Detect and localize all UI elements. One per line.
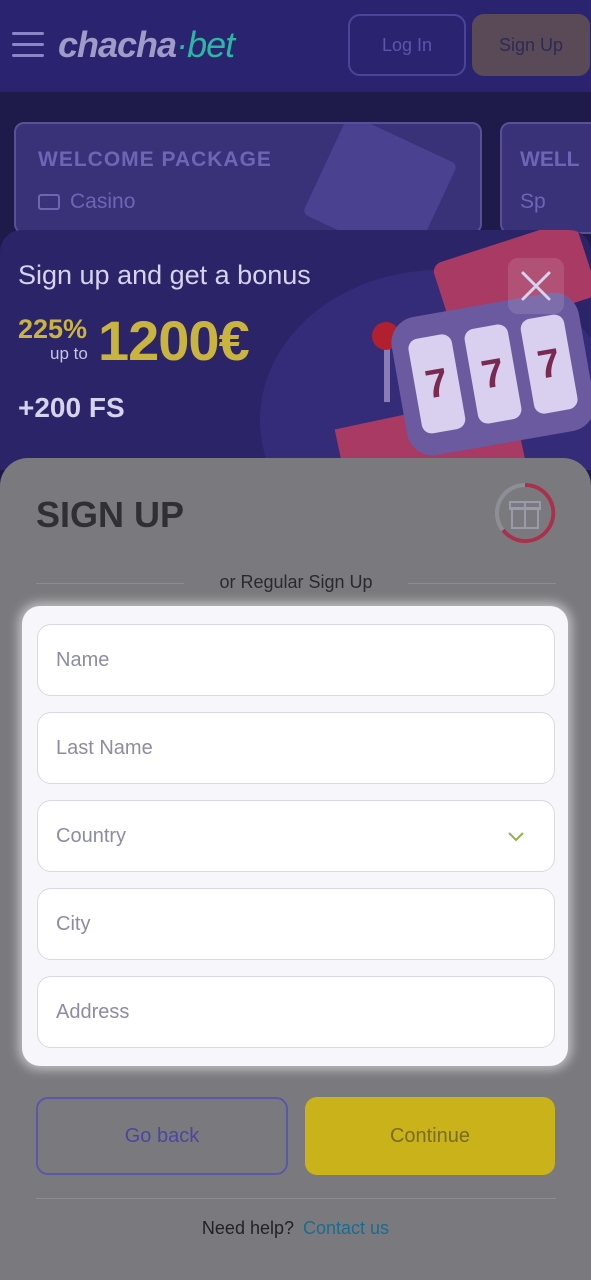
help-text: Need help? [201, 1218, 294, 1238]
country-placeholder: Country [56, 824, 127, 847]
bonus-amount: 1200€ [98, 309, 250, 372]
page-title: SIGN UP [36, 494, 185, 535]
regular-signup-divider: or Regular Sign Up [36, 572, 556, 596]
help-row: Need help? Contact us [0, 1218, 591, 1239]
login-button[interactable]: Log In [348, 14, 466, 76]
promo-title: WELL [520, 148, 580, 171]
address-field[interactable] [37, 976, 555, 1048]
logo-suffix-text: ·bet [176, 24, 235, 65]
slot-reel: 7 [406, 332, 467, 435]
bonus-title: Sign up and get a bonus [18, 260, 311, 290]
logo-main-text: chacha [58, 24, 177, 65]
close-icon [521, 271, 551, 301]
promo-subtitle: Sp [520, 190, 546, 213]
menu-icon[interactable] [12, 32, 44, 58]
bonus-up-to: up to [50, 344, 88, 363]
gift-icon[interactable] [494, 482, 556, 544]
slot-reel: 7 [519, 313, 580, 416]
contact-us-link[interactable]: Contact us [303, 1218, 389, 1238]
country-select[interactable]: Country [37, 800, 555, 872]
slot-lever-stick [384, 342, 390, 402]
bonus-banner: 7 7 7 Sign up and get a bonus 225% up to… [0, 230, 591, 470]
bonus-percent: 225% [18, 314, 88, 344]
last-name-input[interactable] [56, 736, 554, 760]
chevron-down-icon [508, 832, 524, 842]
close-banner-button[interactable] [508, 258, 564, 314]
name-input[interactable] [56, 648, 554, 672]
top-header: chacha·bet Log In Sign Up [0, 0, 591, 92]
brand-logo[interactable]: chacha·bet [58, 24, 235, 66]
city-field[interactable] [37, 888, 555, 960]
promo-card-welcome[interactable]: WELCOME PACKAGE Casino [14, 122, 482, 234]
header-signup-button[interactable]: Sign Up [472, 14, 590, 76]
last-name-field[interactable] [37, 712, 555, 784]
name-field[interactable] [37, 624, 555, 696]
promo-subtitle: Casino [38, 190, 135, 214]
promo-subtitle-text: Casino [70, 190, 136, 213]
address-input[interactable] [56, 1000, 554, 1024]
card-decoration [302, 124, 458, 232]
casino-icon [38, 194, 60, 210]
city-input[interactable] [56, 912, 554, 936]
promo-title: WELCOME PACKAGE [38, 148, 272, 171]
continue-button[interactable]: Continue [305, 1097, 555, 1175]
go-back-button[interactable]: Go back [36, 1097, 288, 1175]
bonus-free-spins: +200 FS [18, 392, 125, 423]
divider-line [36, 1198, 556, 1199]
promo-card-second[interactable]: WELL Sp [500, 122, 591, 234]
divider-text: or Regular Sign Up [219, 572, 373, 592]
slot-reel: 7 [462, 322, 524, 426]
